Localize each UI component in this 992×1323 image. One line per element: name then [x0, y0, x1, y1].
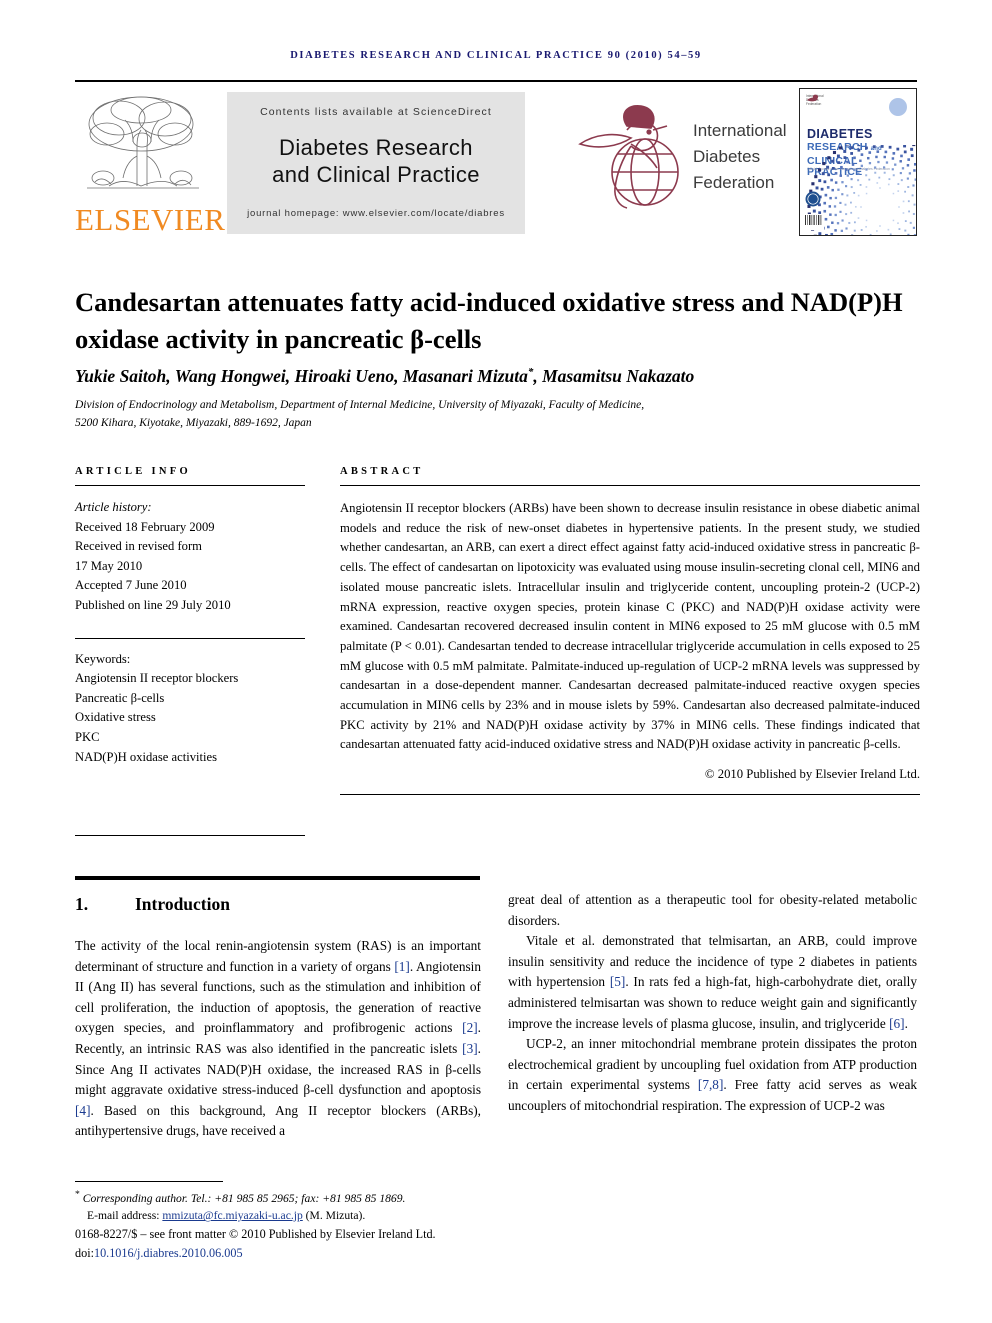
doi-label: doi:	[75, 1245, 94, 1260]
journal-first-page: Diabetes Research and Clinical Practice …	[0, 0, 992, 1323]
keywords-rule	[75, 637, 305, 639]
page-title: Candesartan attenuates fatty acid-induce…	[75, 286, 903, 354]
section-thick-rule	[75, 876, 480, 880]
cover-idf-bird-icon	[807, 94, 819, 102]
email-link[interactable]: mmizuta@fc.miyazaki-u.ac.jp	[162, 1209, 302, 1222]
keyword-item: Oxidative stress	[75, 710, 156, 725]
corresponding-author-note: * Corresponding author. Tel.: +81 985 85…	[75, 1186, 505, 1207]
cover-badge-icon	[805, 191, 821, 207]
article-info-heading: Article info	[75, 466, 191, 477]
running-head: Diabetes Research and Clinical Practice …	[290, 50, 702, 61]
keyword-item: PKC	[75, 729, 100, 744]
idf-line3: Federation	[693, 173, 775, 192]
abstract-bottom-rule	[340, 794, 920, 796]
journal-homepage-line[interactable]: journal homepage: www.elsevier.com/locat…	[227, 208, 525, 219]
citation-link-7-8[interactable]: [7,8]	[698, 1077, 723, 1092]
history-revised-date: 17 May 2010	[75, 558, 143, 573]
history-revised-label: Received in revised form	[75, 539, 202, 554]
idf-logo: International Diabetes Federation	[575, 100, 815, 228]
affiliation-line1: Division of Endocrinology and Metabolism…	[75, 399, 645, 411]
sciencedirect-banner: Contents lists available at ScienceDirec…	[227, 92, 525, 234]
history-accepted: Accepted 7 June 2010	[75, 578, 187, 593]
keywords-label: Keywords:	[75, 651, 131, 666]
journal-title-line1: Diabetes Research	[279, 135, 473, 160]
footnote-block: * Corresponding author. Tel.: +81 985 85…	[75, 1186, 505, 1225]
keyword-item: Angiotensin II receptor blockers	[75, 671, 239, 686]
corresponding-author-text: Corresponding author. Tel.: +81 985 85 2…	[82, 1191, 406, 1205]
footnote-marker: *	[75, 1189, 80, 1200]
affiliation-line2: 5200 Kihara, Kiyotake, Miyazaki, 889-169…	[75, 417, 312, 429]
email-owner: (M. Mizuta).	[305, 1209, 366, 1223]
paragraph-right-2: Vitale et al. demonstrated that telmisar…	[508, 931, 917, 1034]
section-title: Introduction	[135, 894, 230, 914]
issn-line: 0168-8227/$ – see front matter © 2010 Pu…	[75, 1227, 436, 1241]
article-info-bottom-rule	[75, 835, 305, 836]
citation-link-6[interactable]: [6]	[889, 1016, 905, 1031]
idf-line1: International	[693, 121, 787, 140]
elsevier-wordmark: ELSEVIER	[75, 202, 226, 237]
citation-link-5[interactable]: [5]	[610, 974, 626, 989]
elsevier-logo: ELSEVIER	[75, 90, 226, 238]
history-received: Received 18 February 2009	[75, 519, 215, 534]
elsevier-tree-icon	[87, 96, 199, 189]
doi-link[interactable]: 10.1016/j.diabres.2010.06.005	[94, 1246, 243, 1260]
abstract-copyright: © 2010 Published by Elsevier Ireland Ltd…	[704, 767, 920, 782]
abstract-rule	[340, 485, 920, 486]
article-info-rule	[75, 485, 305, 486]
cover-title-top: DIABETES	[807, 127, 873, 141]
abstract-text: Angiotensin II receptor blockers (ARBs) …	[340, 501, 920, 752]
citation-link-2[interactable]: [2]	[462, 1020, 478, 1035]
intro-text-e: . Based on this background, Ang II recep…	[75, 1102, 481, 1139]
author-names: Yukie Saitoh, Wang Hongwei, Hiroaki Ueno…	[75, 366, 528, 386]
cover-accent-dot-icon	[889, 98, 907, 116]
idf-wordmark: International Diabetes Federation	[693, 118, 787, 196]
author-names-tail: , Masamitsu Nakazato	[533, 366, 695, 386]
abstract-column: Abstract Angiotensin II receptor blocker…	[340, 466, 920, 796]
paragraph-right-3: UCP-2, an inner mitochondrial membrane p…	[508, 1034, 917, 1116]
section-number: 1.	[75, 894, 89, 914]
cover-barcode-icon	[804, 214, 824, 230]
citation-link-4[interactable]: [4]	[75, 1103, 91, 1118]
paragraph-right-1: great deal of attention as a therapeutic…	[508, 892, 917, 928]
keyword-item: NAD(P)H oxidase activities	[75, 749, 217, 764]
citation-link-1[interactable]: [1]	[394, 959, 410, 974]
journal-cover-thumbnail: InternationalDiabetesFederation DIABETES…	[799, 88, 917, 236]
idf-hummingbird-globe-icon	[578, 104, 679, 209]
paragraph-intro-1: The activity of the local renin-angioten…	[75, 936, 481, 1142]
keywords-block: Keywords: Angiotensin II receptor blocke…	[75, 650, 305, 768]
sciencedirect-contents-line: Contents lists available at ScienceDirec…	[260, 106, 492, 118]
right2-text-c: .	[904, 1015, 908, 1031]
issn-doi-block: 0168-8227/$ – see front matter © 2010 Pu…	[75, 1225, 635, 1262]
body-column-left: The activity of the local renin-angioten…	[75, 936, 481, 1142]
keyword-item: Pancreatic β-cells	[75, 690, 165, 705]
journal-title-banner: Diabetes Research and Clinical Practice	[227, 134, 525, 188]
idf-line2: Diabetes	[693, 147, 761, 166]
email-line: E-mail address: mmizuta@fc.miyazaki-u.ac…	[75, 1207, 505, 1225]
citation-link-3[interactable]: [3]	[462, 1041, 478, 1056]
footnote-rule	[75, 1181, 223, 1182]
journal-masthead: ELSEVIER Contents lists available at Sci…	[75, 80, 917, 240]
doi-line: doi:10.1016/j.diabres.2010.06.005	[75, 1244, 635, 1263]
email-label: E-mail address:	[87, 1209, 160, 1223]
journal-title-line2: and Clinical Practice	[272, 162, 480, 187]
abstract-heading: Abstract	[340, 466, 424, 477]
section-heading-introduction: 1. Introduction	[75, 894, 480, 915]
article-info-column: Article info Article history: Received 1…	[75, 466, 305, 767]
history-published: Published on line 29 July 2010	[75, 597, 231, 612]
article-history: Article history: Received 18 February 20…	[75, 498, 305, 616]
author-list: Yukie Saitoh, Wang Hongwei, Hiroaki Ueno…	[75, 366, 920, 387]
affiliation: Division of Endocrinology and Metabolism…	[75, 396, 920, 432]
body-column-right: great deal of attention as a therapeutic…	[508, 890, 917, 1117]
history-label: Article history:	[75, 500, 152, 514]
